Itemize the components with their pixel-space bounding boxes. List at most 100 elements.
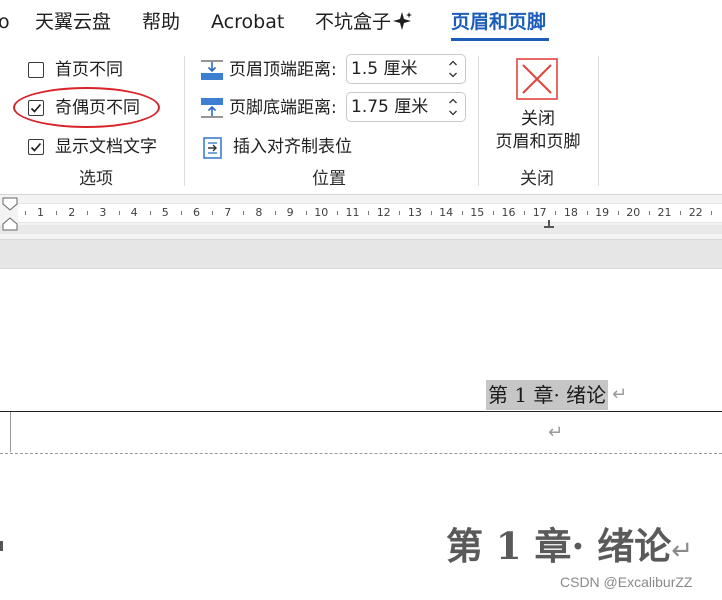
header-text-content: 第 1 章· 绪论 — [488, 383, 607, 407]
show-document-text-option[interactable]: 显示文档文字 — [28, 135, 157, 159]
ruler-tick — [399, 211, 401, 215]
footer-distance-row: 页脚底端距离: — [200, 93, 337, 123]
chapter-heading[interactable]: 第 1 章· 绪论↵ — [446, 522, 693, 575]
footer-bottom-distance-icon — [200, 97, 224, 119]
header-distance-row: 页眉顶端距离: — [200, 55, 337, 85]
word-window: o 天翼云盘 帮助 Acrobat 不坑盒子 页眉和页脚 首页不同 奇偶页不同 … — [0, 0, 722, 600]
ruler-tick — [243, 211, 245, 215]
ruler-tick — [118, 211, 120, 215]
red-highlight-ellipse — [13, 87, 160, 128]
ruler-tick — [87, 211, 89, 215]
alignment-tab-icon — [202, 136, 226, 159]
show-document-text-checkbox[interactable] — [28, 139, 44, 155]
group-separator — [184, 56, 185, 186]
menu-bar: o 天翼云盘 帮助 Acrobat 不坑盒子 页眉和页脚 — [0, 0, 722, 44]
ruler-number: 17 — [532, 206, 547, 219]
ruler-tick — [212, 211, 214, 215]
spinner-arrows-icon[interactable] — [447, 57, 459, 81]
close-label-line2: 页眉和页脚 — [495, 132, 581, 152]
header-region-boundary — [0, 453, 722, 454]
ruler-tick — [555, 211, 557, 215]
group-separator — [598, 56, 599, 186]
ruler-tick — [461, 211, 463, 215]
ruler-number: 18 — [563, 206, 578, 219]
tab-acrobat[interactable]: Acrobat — [211, 10, 284, 34]
ruler-tick — [586, 211, 588, 215]
right-tab-marker-icon[interactable] — [543, 220, 555, 230]
show-document-text-label: 显示文档文字 — [55, 137, 157, 157]
horizontal-ruler[interactable] — [18, 203, 722, 223]
ruler-tick — [492, 211, 494, 215]
ruler-lower-strip — [0, 225, 722, 234]
ruler-number: 3 — [99, 206, 107, 219]
ruler-tick — [648, 211, 650, 215]
margin-mark — [10, 412, 11, 452]
ruler-tick — [180, 211, 182, 215]
checkmark-icon — [30, 142, 42, 152]
ruler-number: 8 — [255, 206, 263, 219]
ruler-tick — [274, 211, 276, 215]
close-header-footer-button[interactable]: 关闭 页眉和页脚 — [478, 108, 598, 154]
options-group-label: 选项 — [79, 169, 113, 189]
first-page-different-label: 首页不同 — [55, 60, 123, 80]
tab-header-footer[interactable]: 页眉和页脚 — [451, 10, 546, 34]
close-label-line1: 关闭 — [521, 109, 555, 129]
ruler-number: 11 — [345, 206, 360, 219]
header-distance-value[interactable]: 1.5 厘米 — [351, 58, 417, 80]
ruler-number: 7 — [224, 206, 232, 219]
ruler-number: 20 — [626, 206, 641, 219]
ruler-number: 21 — [657, 206, 672, 219]
ruler-tick — [368, 211, 370, 215]
header-distance-spinner[interactable]: 1.5 厘米 — [346, 54, 466, 84]
tab-bukeng-label: 不坑盒子 — [315, 11, 392, 33]
watermark: CSDN @ExcaliburZZ — [560, 574, 693, 590]
ruler-number: 15 — [470, 206, 485, 219]
ruler-tick — [24, 211, 26, 215]
margin-mark — [0, 541, 3, 551]
left-indent-marker-icon[interactable] — [2, 197, 18, 233]
header-bottom-border — [0, 411, 722, 412]
ruler-number: 5 — [161, 206, 169, 219]
footer-distance-label: 页脚底端距离: — [229, 98, 337, 118]
close-group-label: 关闭 — [520, 169, 554, 189]
active-tab-underline — [451, 38, 549, 41]
ruler-tick — [430, 211, 432, 215]
sparkle-icon — [393, 12, 413, 30]
header-top-distance-icon — [200, 59, 224, 81]
ruler-number: 13 — [407, 206, 422, 219]
ruler-tick — [617, 211, 619, 215]
tab-partial[interactable]: o — [0, 10, 10, 34]
tab-tianyi-cloud[interactable]: 天翼云盘 — [35, 10, 111, 34]
footer-distance-value[interactable]: 1.75 厘米 — [351, 96, 428, 118]
chapter-heading-text: 第 1 章· 绪论 — [446, 524, 672, 568]
ruler-number: 22 — [688, 206, 703, 219]
footer-distance-spinner[interactable]: 1.75 厘米 — [346, 92, 466, 122]
insert-alignment-tab-label: 插入对齐制表位 — [233, 137, 352, 157]
ruler-tick — [680, 211, 682, 215]
ruler-number: 12 — [376, 206, 391, 219]
spinner-arrows-icon[interactable] — [447, 95, 459, 119]
ruler-tick — [336, 211, 338, 215]
ruler-number: 4 — [130, 206, 138, 219]
tab-bukeng-box[interactable]: 不坑盒子 — [315, 10, 413, 34]
ruler-tick — [56, 211, 58, 215]
first-page-different-checkbox[interactable] — [28, 62, 44, 78]
ruler-number: 6 — [193, 206, 200, 219]
ruler-number: 2 — [68, 206, 76, 219]
paragraph-mark-icon: ↵ — [612, 384, 628, 405]
first-page-different-option[interactable]: 首页不同 — [28, 58, 123, 82]
ruler-tick — [149, 211, 151, 215]
ruler-tick — [305, 211, 307, 215]
ruler-number: 19 — [595, 206, 610, 219]
ruler-number: 10 — [314, 206, 329, 219]
header-text[interactable]: 第 1 章· 绪论 — [486, 380, 609, 410]
ruler-tick — [524, 211, 526, 215]
close-header-footer-icon[interactable] — [516, 58, 558, 100]
header-distance-label: 页眉顶端距离: — [229, 60, 337, 80]
ruler-number: 1 — [37, 206, 44, 219]
tab-help[interactable]: 帮助 — [142, 10, 180, 34]
ruler-number: 9 — [286, 206, 294, 219]
position-group-label: 位置 — [312, 169, 346, 189]
ruler-number: 16 — [501, 206, 516, 219]
insert-alignment-tab-button[interactable]: 插入对齐制表位 — [202, 132, 352, 162]
